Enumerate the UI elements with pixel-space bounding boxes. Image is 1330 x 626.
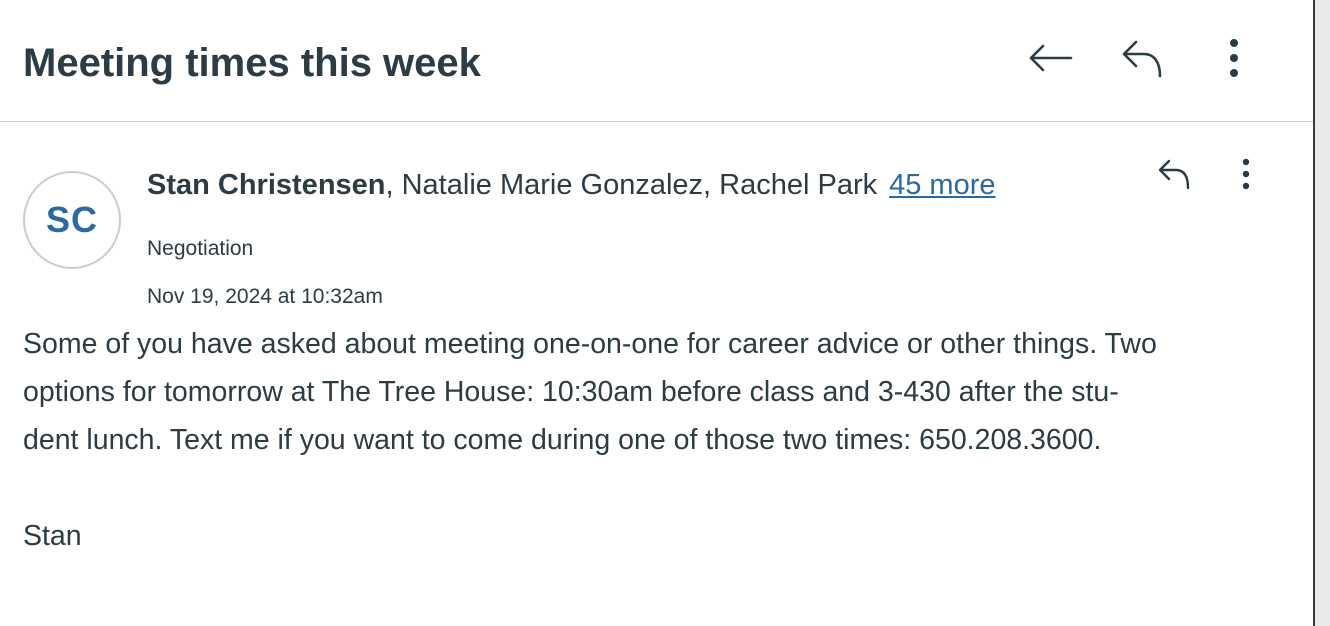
conversation-header: Meeting times this week — [0, 0, 1314, 122]
more-recipients-link[interactable]: 45 more — [889, 169, 995, 201]
course-name: Negotiation — [147, 237, 254, 260]
conversation-options-button[interactable] — [1208, 32, 1260, 84]
page: Meeting times this week SC Stan Christen… — [0, 0, 1330, 626]
kebab-menu-icon — [1230, 39, 1238, 77]
arrow-left-icon — [1029, 44, 1073, 72]
reply-icon — [1158, 159, 1190, 190]
message-timestamp: Nov 19, 2024 at 10:32am — [147, 285, 383, 308]
background-window-edge — [1315, 0, 1330, 626]
avatar: SC — [23, 171, 121, 269]
message-signature: Stan — [23, 520, 82, 552]
message-body-line: dent lunch. Text me if you want to come … — [23, 424, 1102, 456]
back-button[interactable] — [1024, 32, 1076, 84]
message-pane: Meeting times this week SC Stan Christen… — [0, 0, 1314, 626]
recipient-names: , Natalie Marie Gonzalez, Rachel Park — [385, 169, 878, 201]
kebab-menu-icon — [1242, 158, 1250, 190]
reply-icon — [1122, 40, 1162, 78]
message-body: Some of you have asked about meeting one… — [23, 320, 1293, 464]
conversation-title: Meeting times this week — [23, 41, 481, 85]
message-reply-button[interactable] — [1150, 148, 1198, 200]
message-body-line: Some of you have asked about meeting one… — [23, 328, 1157, 360]
participants-line: Stan Christensen, Natalie Marie Gonzalez… — [147, 166, 996, 204]
reply-button[interactable] — [1116, 32, 1168, 84]
message-options-button[interactable] — [1222, 148, 1270, 200]
message-body-line: options for tomorrow at The Tree House: … — [23, 376, 1119, 408]
sender-name: Stan Christensen — [147, 169, 386, 201]
